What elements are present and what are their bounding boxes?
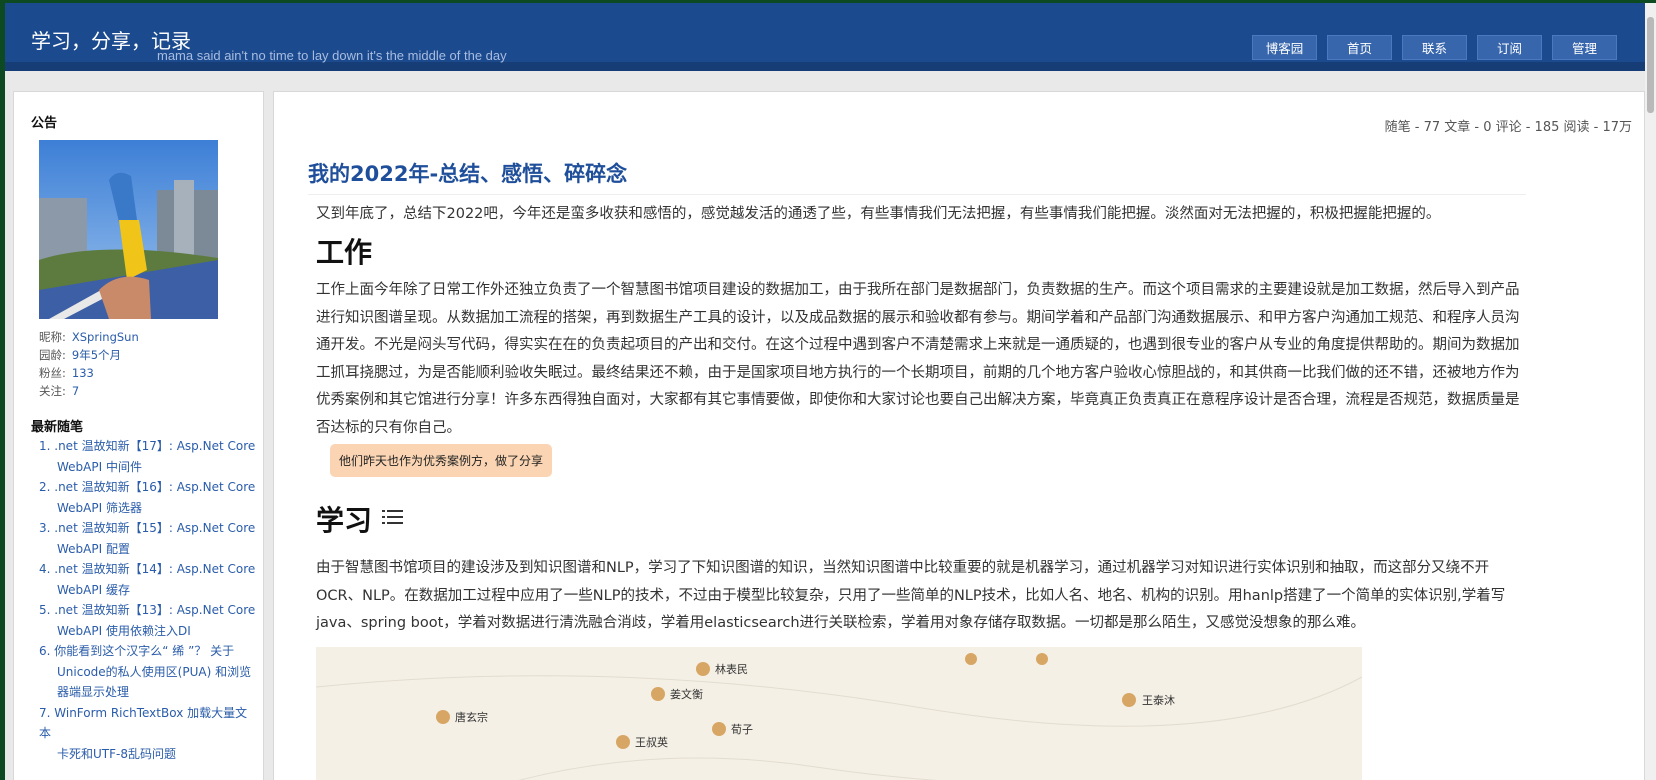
profile-fans-row: 粉丝: 133 xyxy=(39,364,139,382)
learn-paragraph: 由于智慧图书馆项目的建设涉及到知识图谱和NLP，学习了下知识图谱的知识，当然知识… xyxy=(316,560,1506,631)
recent-post-6[interactable]: 6. 你能看到这个汉字么“ 𫄨 ”？ 关于 Unicode的私人使用区(PUA) … xyxy=(39,641,259,703)
heading-learn-row: 学习 xyxy=(316,499,404,539)
follow-link[interactable]: 7 xyxy=(72,384,79,398)
recent-post-6-line3: 器端显示处理 xyxy=(57,685,130,699)
recent-post-4[interactable]: 4. .net 温故知新【14】: Asp.Net Core WebAPI 缓存 xyxy=(39,559,259,600)
age-label: 园龄: xyxy=(39,348,66,362)
page-scrollbar[interactable] xyxy=(1645,3,1656,780)
recent-post-3-line1: 3. .net 温故知新【15】: Asp.Net Core xyxy=(39,521,256,535)
profile-age-row: 园龄: 9年5个月 xyxy=(39,346,139,364)
work-paragraph: 工作上面今年除了日常工作外还独立负责了一个智慧图书馆项目建设的数据加工，由于我所… xyxy=(316,282,1520,436)
recent-post-6-line2: Unicode的私人使用区(PUA) 和浏览 xyxy=(57,664,252,679)
site-header: 学习，分享，记录 mama said ain't no time to lay … xyxy=(5,3,1645,71)
graph-node-label: 王泰沐 xyxy=(1142,693,1175,707)
post-title[interactable]: 我的2022年-总结、感悟、碎碎念 xyxy=(308,158,1526,195)
graph-node-label: 姜文衡 xyxy=(670,687,703,701)
follow-label: 关注: xyxy=(39,384,66,398)
profile-follow-row: 关注: 7 xyxy=(39,382,139,400)
blog-page: 学习，分享，记录 mama said ain't no time to lay … xyxy=(5,3,1645,780)
nav-contact[interactable]: 联系 xyxy=(1402,35,1467,60)
recent-posts-list: 1. .net 温故知新【17】: Asp.Net Core WebAPI 中间件… xyxy=(39,436,259,764)
heading-work: 工作 xyxy=(316,236,373,269)
recent-post-6-line1: 6. 你能看到这个汉字么“ 𫄨 ”？ 关于 xyxy=(39,644,235,658)
graph-node-label: 荀子 xyxy=(731,723,753,736)
blog-stats: 随笔 - 77 文章 - 0 评论 - 185 阅读 - 17万 xyxy=(1384,120,1632,135)
recent-post-5[interactable]: 5. .net 温故知新【13】: Asp.Net Core WebAPI 使用依… xyxy=(39,600,259,641)
graph-node-label: 王叔英 xyxy=(635,735,668,749)
recent-post-7-line1: 7. WinForm RichTextBox 加载大量文本 xyxy=(39,705,248,741)
nav-admin[interactable]: 管理 xyxy=(1552,35,1617,60)
graph-node-label: 唐玄宗 xyxy=(455,710,488,724)
nav-cnblogs[interactable]: 博客园 xyxy=(1252,35,1317,60)
recent-post-2[interactable]: 2. .net 温故知新【16】: Asp.Net Core WebAPI 筛选器 xyxy=(39,477,259,518)
main-content: 随笔 - 77 文章 - 0 评论 - 185 阅读 - 17万 我的2022年… xyxy=(273,91,1645,780)
site-subtitle: mama said ain't no time to lay down it's… xyxy=(157,48,507,63)
recent-post-3[interactable]: 3. .net 温故知新【15】: Asp.Net Core WebAPI 配置 xyxy=(39,518,259,559)
tip-note: 他们昨天也作为优秀案例方，做了分享 xyxy=(330,444,553,477)
recent-post-4-line1: 4. .net 温故知新【14】: Asp.Net Core xyxy=(39,562,256,576)
top-nav: 博客园 首页 联系 订阅 管理 xyxy=(1252,35,1617,60)
fans-label: 粉丝: xyxy=(39,366,66,380)
recent-post-7-line2: 卡死和UTF-8乱码问题 xyxy=(57,746,176,761)
recent-post-1-line2: WebAPI 中间件 xyxy=(57,459,142,474)
post-intro: 又到年底了，总结下2022吧，今年还是蛮多收获和感悟的，感觉越发活的通透了些，有… xyxy=(316,206,1441,222)
recent-post-7[interactable]: 7. WinForm RichTextBox 加载大量文本卡死和UTF-8乱码问… xyxy=(39,703,259,765)
fans-link[interactable]: 133 xyxy=(72,366,94,380)
recent-post-2-line2: WebAPI 筛选器 xyxy=(57,500,142,515)
notice-title: 公告 xyxy=(31,116,58,131)
profile-info: 昵称: XSpringSun 园龄: 9年5个月 粉丝: 133 关注: 7 xyxy=(39,328,139,400)
heading-learn: 学习 xyxy=(316,504,373,537)
recent-post-3-line2: WebAPI 配置 xyxy=(57,541,130,556)
nav-home[interactable]: 首页 xyxy=(1327,35,1392,60)
recent-post-5-line1: 5. .net 温故知新【13】: Asp.Net Core xyxy=(39,603,256,617)
recent-post-2-line1: 2. .net 温故知新【16】: Asp.Net Core xyxy=(39,480,256,494)
scrollbar-thumb[interactable] xyxy=(1647,17,1654,113)
knowledge-graph-image: 林表民 姜文衡 唐玄宗 荀子 王叔英 王泰沐 xyxy=(315,647,1363,780)
recent-post-4-line2: WebAPI 缓存 xyxy=(57,582,130,597)
toc-list-icon[interactable] xyxy=(382,507,404,531)
recent-posts-title: 最新随笔 xyxy=(31,420,84,435)
sidebar: 公告 昵称: XSpringSun 园龄: 9年5个月 粉丝: 133 关注: … xyxy=(13,91,264,780)
profile-nickname-row: 昵称: XSpringSun xyxy=(39,328,139,346)
nav-subscribe[interactable]: 订阅 xyxy=(1477,35,1542,60)
recent-post-5-line2: WebAPI 使用依赖注入DI xyxy=(57,623,191,638)
avatar xyxy=(39,140,218,319)
nickname-label: 昵称: xyxy=(39,330,66,344)
graph-node-label: 林表民 xyxy=(715,662,748,676)
age-link[interactable]: 9年5个月 xyxy=(72,348,121,362)
recent-post-1-line1: 1. .net 温故知新【17】: Asp.Net Core xyxy=(39,439,256,453)
recent-post-1[interactable]: 1. .net 温故知新【17】: Asp.Net Core WebAPI 中间件 xyxy=(39,436,259,477)
nickname-link[interactable]: XSpringSun xyxy=(72,330,139,344)
